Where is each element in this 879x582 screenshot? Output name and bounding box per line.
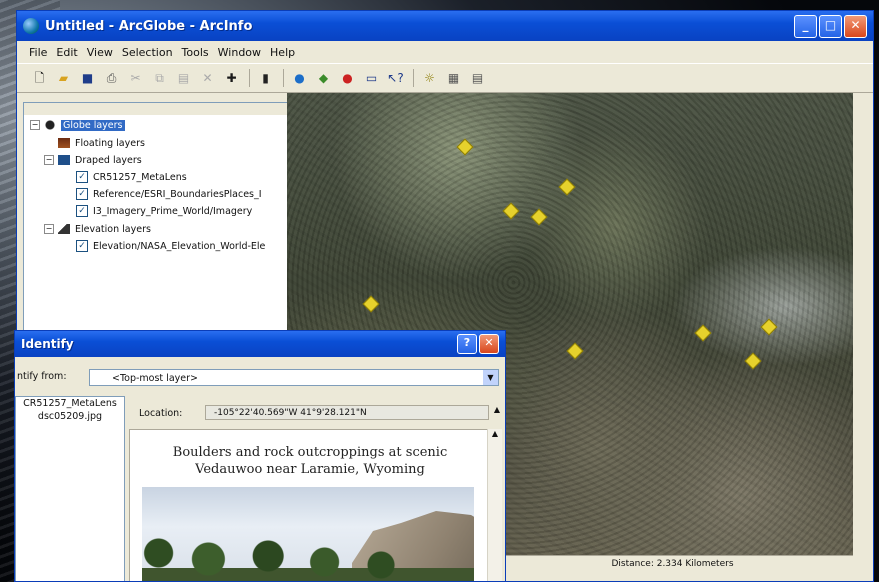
maximize-button[interactable]: □ xyxy=(819,14,842,38)
copy-icon[interactable]: ⧉ xyxy=(151,70,168,87)
layer-checkbox[interactable]: ✓ xyxy=(76,240,88,252)
identified-features-list: CR51257_MetaLens dsc05209.jpg xyxy=(15,396,125,581)
paste-icon[interactable]: ▤ xyxy=(175,70,192,87)
html-popup: Boulders and rock outcroppings at scenic… xyxy=(129,429,489,581)
draped-layers-icon xyxy=(58,155,70,165)
elevation-layers-icon xyxy=(58,224,70,234)
layer-checkbox[interactable]: ✓ xyxy=(76,171,88,183)
identify-title: Identify xyxy=(21,337,74,351)
open-folder-icon[interactable]: ▰ xyxy=(55,70,72,87)
layer-checkbox[interactable]: ✓ xyxy=(76,205,88,217)
feature-item[interactable]: dsc05209.jpg xyxy=(16,410,124,423)
collapse-icon[interactable]: − xyxy=(30,120,40,130)
toc-item-metalens[interactable]: ✓ CR51257_MetaLens xyxy=(76,169,187,185)
menu-selection[interactable]: Selection xyxy=(122,46,173,59)
menu-window[interactable]: Window xyxy=(218,46,261,59)
toc-item-label: Draped layers xyxy=(75,154,142,166)
popup-scrollbar[interactable]: ▲ xyxy=(487,429,502,581)
minimize-button[interactable]: _ xyxy=(794,14,817,38)
delete-icon[interactable]: ✕ xyxy=(199,70,216,87)
identify-close-button[interactable]: ✕ xyxy=(479,334,499,354)
toolbar-separator xyxy=(283,69,284,87)
trees xyxy=(142,535,474,581)
toc-root-label: Globe layers xyxy=(61,119,125,131)
menu-bar: File Edit View Selection Tools Window He… xyxy=(17,41,873,63)
toc-item-imagery[interactable]: ✓ I3_Imagery_Prime_World/Imagery xyxy=(76,203,252,219)
toc-item-nasa-elevation[interactable]: ✓ Elevation/NASA_Elevation_World-Ele xyxy=(76,238,265,254)
window-title: Untitled - ArcGlobe - ArcInfo xyxy=(45,18,253,34)
scroll-arrow-icon[interactable]: ▲ xyxy=(491,405,503,420)
toc-item-label: Elevation/NASA_Elevation_World-Ele xyxy=(93,240,266,252)
toolbar-separator xyxy=(249,69,250,87)
help-button[interactable]: ? xyxy=(457,334,477,354)
toc-root[interactable]: − Globe layers xyxy=(30,117,125,133)
menu-file[interactable]: File xyxy=(29,46,47,59)
new-document-icon[interactable]: 🗋 xyxy=(31,70,48,87)
menu-edit[interactable]: Edit xyxy=(56,46,77,59)
model-builder-icon[interactable]: ● xyxy=(339,70,356,87)
menu-view[interactable]: View xyxy=(87,46,113,59)
toc-item-boundaries[interactable]: ✓ Reference/ESRI_BoundariesPlaces_I xyxy=(76,186,262,202)
close-button[interactable]: ✕ xyxy=(844,14,867,38)
print-icon[interactable]: ⎙ xyxy=(103,70,120,87)
toc-item-label: Floating layers xyxy=(75,137,145,149)
toc-close-icon[interactable]: × xyxy=(24,103,300,115)
toc-item-elevation[interactable]: − Elevation layers xyxy=(44,221,151,237)
toc-icon[interactable]: ▮ xyxy=(257,70,274,87)
popup-title: Boulders and rock outcroppings at scenic… xyxy=(172,445,448,477)
add-data-icon[interactable]: ✚ xyxy=(223,70,240,87)
location-value: -105°22'40.569"W 41°9'28.121"N xyxy=(205,405,489,420)
globe-layers-icon xyxy=(44,120,56,130)
toc-item-draped[interactable]: − Draped layers xyxy=(44,152,142,168)
distance-status: Distance: 2.334 Kilometers xyxy=(492,555,853,572)
table-icon[interactable]: ▦ xyxy=(445,70,462,87)
title-bar[interactable]: Untitled - ArcGlobe - ArcInfo _ □ ✕ xyxy=(17,11,873,41)
arctoolbox-icon[interactable]: ◆ xyxy=(315,70,332,87)
save-icon[interactable]: ■ xyxy=(79,70,96,87)
toc-item-floating[interactable]: Floating layers xyxy=(58,135,145,151)
arcglobe-app-icon xyxy=(23,18,39,34)
window-icon[interactable]: ▭ xyxy=(363,70,380,87)
layer-props-icon[interactable]: ☼ xyxy=(421,70,438,87)
identify-dialog: Identify ? ✕ ntify from: <Top-most layer… xyxy=(14,330,506,582)
toolbar-separator xyxy=(413,69,414,87)
menu-help[interactable]: Help xyxy=(270,46,295,59)
identify-layer-value: <Top-most layer> xyxy=(112,373,198,384)
toc-item-label: I3_Imagery_Prime_World/Imagery xyxy=(93,205,253,217)
cut-icon[interactable]: ✂ xyxy=(127,70,144,87)
toc-item-label: CR51257_MetaLens xyxy=(93,171,187,183)
collapse-icon[interactable]: − xyxy=(44,155,54,165)
grid-icon[interactable]: ▤ xyxy=(469,70,486,87)
layer-checkbox[interactable]: ✓ xyxy=(76,188,88,200)
whats-this-icon[interactable]: ↖? xyxy=(387,70,404,87)
menu-tools[interactable]: Tools xyxy=(182,46,209,59)
floating-layers-icon xyxy=(58,138,70,148)
identify-from-label: ntify from: xyxy=(17,371,67,382)
vedauwoo-photo xyxy=(142,487,474,581)
toc-item-label: Elevation layers xyxy=(75,223,151,235)
location-label: Location: xyxy=(139,408,183,419)
standard-toolbar: 🗋 ▰ ■ ⎙ ✂ ⧉ ▤ ✕ ✚ ▮ ● ◆ ● ▭ ↖? ☼ ▦ ▤ xyxy=(17,63,873,93)
identify-title-bar[interactable]: Identify ? ✕ xyxy=(15,331,505,357)
identify-layer-dropdown[interactable]: <Top-most layer> ▼ xyxy=(89,369,499,386)
table-of-contents: × − Globe layers Floating layers − Drape… xyxy=(23,102,301,340)
chevron-down-icon[interactable]: ▼ xyxy=(483,370,498,385)
collapse-icon[interactable]: − xyxy=(44,224,54,234)
globe-icon[interactable]: ● xyxy=(291,70,308,87)
feature-layer-item[interactable]: CR51257_MetaLens xyxy=(16,397,124,410)
toc-item-label: Reference/ESRI_BoundariesPlaces_I xyxy=(93,188,262,200)
